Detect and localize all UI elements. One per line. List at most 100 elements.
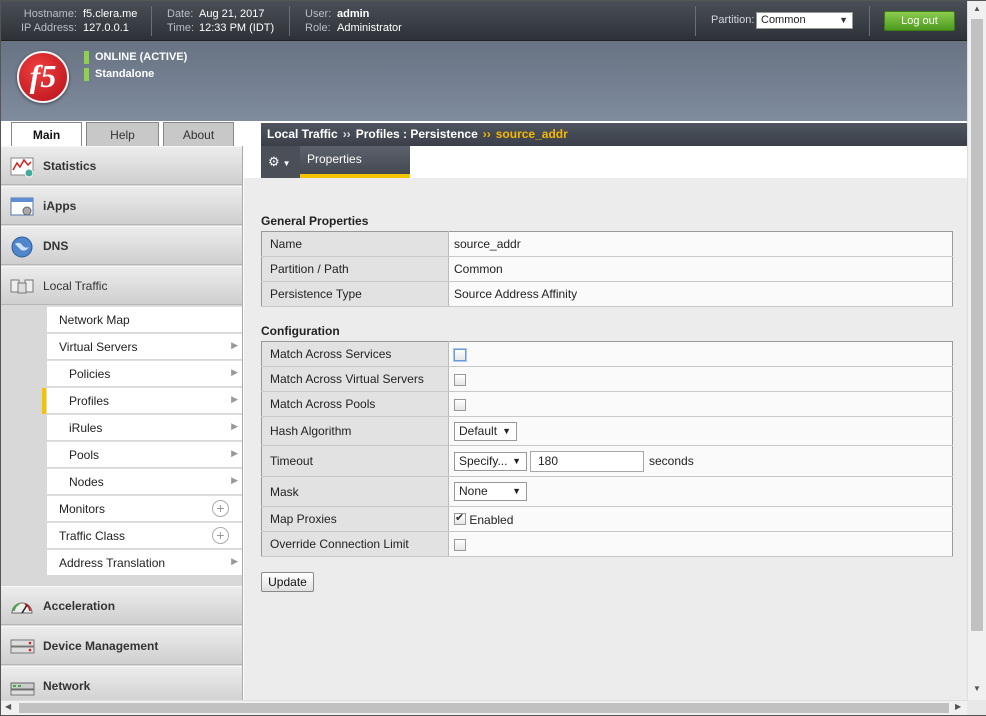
sidebar-label: Device Management	[43, 639, 159, 653]
status-indicator	[84, 68, 89, 81]
sidebar-item-network[interactable]: Network	[1, 666, 242, 700]
row-key: Hash Algorithm	[261, 416, 449, 446]
user-value: admin	[337, 8, 370, 20]
scrollbar-thumb[interactable]	[971, 19, 983, 631]
sidebar-item-irules[interactable]: iRules ▶	[47, 414, 242, 440]
sidebar-item-monitors[interactable]: Monitors +	[47, 495, 242, 521]
sidebar-sub-label: Network Map	[59, 313, 130, 327]
breadcrumb-separator: ››	[482, 127, 491, 141]
breadcrumb-profiles-persistence[interactable]: Profiles : Persistence	[356, 127, 478, 141]
configuration-title: Configuration	[261, 324, 340, 338]
sidebar-item-address-translation[interactable]: Address Translation ▶	[47, 549, 242, 575]
scrollbar-thumb[interactable]	[19, 703, 949, 713]
sidebar-item-policies[interactable]: Policies ▶	[47, 360, 242, 386]
settings-menu-button[interactable]: ⚙ ▼	[261, 146, 300, 178]
add-traffic-class-icon[interactable]: +	[212, 527, 229, 544]
timeout-mode-select[interactable]: Specify... ▼	[454, 451, 527, 471]
logout-button[interactable]: Log out	[884, 11, 955, 31]
row-key: Name	[261, 231, 449, 257]
row-key: Map Proxies	[261, 506, 449, 532]
vertical-scrollbar[interactable]: ▲ ▼	[967, 1, 986, 700]
device-management-icon	[10, 639, 35, 654]
match-across-pools-checkbox[interactable]	[454, 398, 466, 411]
dns-globe-icon	[11, 236, 33, 258]
update-button[interactable]: Update	[261, 572, 314, 592]
add-monitor-icon[interactable]: +	[212, 500, 229, 517]
dropdown-arrow-icon: ▼	[502, 425, 511, 436]
sub-navigation: ⚙ ▼ Properties	[244, 146, 967, 178]
info-bar: Hostname: f5.clera.me IP Address: 127.0.0.…	[1, 1, 967, 41]
sidebar-item-dns[interactable]: DNS	[1, 226, 242, 265]
select-value: Default	[459, 423, 498, 438]
row-value: source_addr	[448, 231, 953, 257]
timeout-input[interactable]: 180	[530, 450, 644, 472]
select-value: None	[459, 484, 488, 498]
ip-label: IP Address:	[20, 22, 77, 34]
sidebar-label: Network	[43, 679, 91, 693]
table-row: Persistence Type Source Address Affinity	[261, 281, 953, 307]
ip-value: 127.0.0.1	[83, 22, 129, 34]
sidebar-label: DNS	[43, 239, 69, 253]
tab-about[interactable]: About	[163, 122, 234, 148]
role-label: Role:	[305, 22, 331, 34]
mask-select[interactable]: None ▼	[454, 482, 527, 501]
row-key: Mask	[261, 476, 449, 507]
timeout-unit: seconds	[649, 454, 694, 468]
table-row: Timeout Specify... ▼ 180 seconds	[261, 445, 953, 477]
chevron-right-icon: ▶	[231, 556, 238, 566]
sidebar-sub-label: Nodes	[69, 475, 104, 489]
row-key: Persistence Type	[261, 281, 449, 307]
divider	[289, 6, 290, 36]
sidebar-item-statistics[interactable]: Statistics	[1, 146, 242, 185]
match-across-virtual-servers-checkbox[interactable]	[454, 373, 466, 386]
tab-properties[interactable]: Properties	[300, 146, 410, 178]
f5-logo[interactable]: f5	[17, 51, 69, 103]
sidebar-sub-label: Profiles	[69, 394, 110, 408]
scrollbar-corner	[967, 700, 986, 715]
override-connection-limit-checkbox[interactable]	[454, 538, 466, 551]
sidebar-item-iapps[interactable]: iApps	[1, 186, 242, 225]
sidebar-sub-label: Virtual Servers	[59, 340, 138, 354]
sidebar-label: Statistics	[43, 159, 97, 173]
hash-algorithm-select[interactable]: Default ▼	[454, 421, 517, 441]
configuration-table: Match Across Services Match Across Virtu…	[261, 341, 953, 557]
user-info: User: admin Role: Administrator	[305, 7, 402, 35]
map-proxies-checkbox[interactable]	[454, 511, 466, 526]
scroll-right-icon[interactable]: ▶	[955, 702, 961, 711]
time-value: 12:33 PM (IDT)	[199, 22, 275, 34]
tab-main[interactable]: Main	[11, 122, 82, 148]
sidebar-item-local-traffic[interactable]: Local Traffic	[1, 266, 242, 305]
select-value: Specify...	[459, 453, 508, 468]
sidebar-item-profiles[interactable]: Profiles ▶	[42, 387, 242, 414]
tab-help[interactable]: Help	[86, 122, 159, 148]
table-row: Mask None ▼	[261, 476, 953, 507]
status-mode-text: Standalone	[95, 68, 155, 80]
sidebar-item-virtual-servers[interactable]: Virtual Servers ▶	[47, 333, 242, 359]
scroll-up-icon[interactable]: ▲	[973, 4, 981, 13]
row-key: Timeout	[261, 445, 449, 477]
scroll-down-icon[interactable]: ▼	[973, 684, 981, 693]
sidebar-item-nodes[interactable]: Nodes ▶	[47, 468, 242, 494]
main-content: General Properties Name source_addr Part…	[244, 178, 967, 700]
acceleration-gauge-icon	[11, 602, 33, 614]
sidebar-item-network-map[interactable]: Network Map	[47, 306, 242, 332]
sidebar-item-device-management[interactable]: Device Management	[1, 626, 242, 665]
table-row: Partition / Path Common	[261, 256, 953, 282]
scroll-left-icon[interactable]: ◀	[5, 702, 11, 711]
map-proxies-label: Enabled	[469, 512, 514, 527]
divider	[869, 6, 870, 36]
datetime-info: Date: Aug 21, 2017 Time: 12:33 PM (IDT)	[167, 7, 274, 35]
sidebar-item-traffic-class[interactable]: Traffic Class +	[47, 522, 242, 548]
row-key: Override Connection Limit	[261, 531, 449, 557]
breadcrumb-local-traffic[interactable]: Local Traffic	[267, 127, 338, 141]
horizontal-scrollbar[interactable]: ◀ ▶	[1, 700, 967, 715]
match-across-services-checkbox[interactable]	[454, 348, 466, 361]
partition-value: Common	[761, 14, 806, 26]
sidebar: Statistics iApps DNS Local Traffic Netwo…	[1, 146, 243, 700]
row-value: Common	[448, 256, 953, 282]
sidebar-item-pools[interactable]: Pools ▶	[47, 441, 242, 467]
partition-select[interactable]: Common ▼	[756, 12, 853, 29]
general-properties-table: Name source_addr Partition / Path Common…	[261, 231, 953, 307]
sidebar-item-acceleration[interactable]: Acceleration	[1, 586, 242, 625]
user-label: User:	[305, 8, 332, 20]
